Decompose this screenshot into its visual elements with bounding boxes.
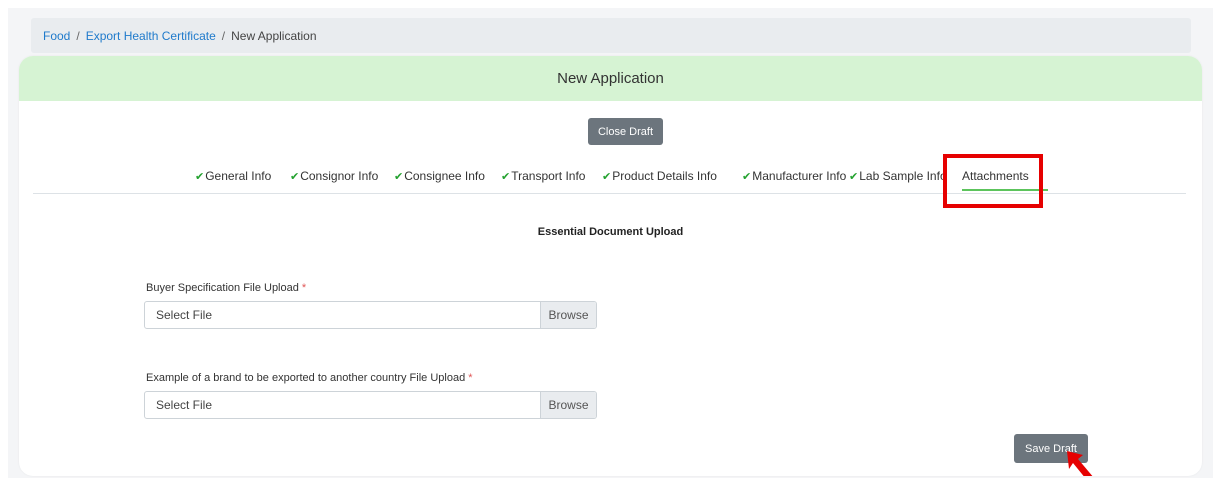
file-placeholder[interactable]: Select File <box>145 302 540 328</box>
highlight-annotation-box <box>943 154 1043 208</box>
file-placeholder[interactable]: Select File <box>145 392 540 418</box>
breadcrumb-current: New Application <box>231 28 317 43</box>
tab-lab-sample-info[interactable]: ✔Lab Sample Info <box>849 169 947 183</box>
tab-transport-info[interactable]: ✔Transport Info <box>501 169 585 183</box>
check-icon: ✔ <box>742 171 752 183</box>
breadcrumb: Food / Export Health Certificate / New A… <box>31 18 1191 53</box>
close-draft-button[interactable]: Close Draft <box>588 118 663 145</box>
tab-label: Manufacturer Info <box>752 169 847 183</box>
buyer-specification-label: Buyer Specification File Upload * <box>146 282 306 294</box>
breadcrumb-link-food[interactable]: Food <box>43 29 70 43</box>
tab-consignee-info[interactable]: ✔Consignee Info <box>394 169 485 183</box>
check-icon: ✔ <box>195 171 205 183</box>
required-marker: * <box>468 372 473 384</box>
brand-example-file-input[interactable]: Select File Browse <box>144 391 597 419</box>
check-icon: ✔ <box>849 171 859 183</box>
red-arrow-pointer-icon <box>1067 451 1093 476</box>
field-label-text: Buyer Specification File Upload <box>146 282 299 294</box>
tab-label: Consignor Info <box>300 169 379 183</box>
tab-label: General Info <box>205 169 272 183</box>
tab-label: Consignee Info <box>404 169 485 183</box>
application-card: New Application Close Draft ✔General Inf… <box>19 56 1202 476</box>
tab-product-details-info[interactable]: ✔Product Details Info <box>602 169 717 183</box>
buyer-specification-file-input[interactable]: Select File Browse <box>144 301 597 329</box>
tab-general-info[interactable]: ✔General Info <box>195 169 271 183</box>
browse-button[interactable]: Browse <box>540 302 596 328</box>
page-title: New Application <box>557 70 664 87</box>
check-icon: ✔ <box>602 171 612 183</box>
check-icon: ✔ <box>394 171 404 183</box>
tab-manufacturer-info[interactable]: ✔Manufacturer Info <box>742 169 846 183</box>
tab-label: Lab Sample Info <box>859 169 947 183</box>
section-title: Essential Document Upload <box>537 226 684 238</box>
required-marker: * <box>301 282 307 294</box>
breadcrumb-separator: / <box>76 28 80 43</box>
tab-consignor-info[interactable]: ✔Consignor Info <box>290 169 378 183</box>
field-label-text: Example of a brand to be exported to ano… <box>146 372 466 384</box>
breadcrumb-link-export-health-certificate[interactable]: Export Health Certificate <box>86 29 216 43</box>
check-icon: ✔ <box>290 171 300 183</box>
browse-button[interactable]: Browse <box>540 392 596 418</box>
tab-label: Transport Info <box>511 169 586 183</box>
check-icon: ✔ <box>501 171 511 183</box>
card-header: New Application <box>19 56 1202 101</box>
breadcrumb-separator: / <box>221 28 226 43</box>
brand-example-label: Example of a brand to be exported to ano… <box>146 372 473 384</box>
tab-label: Product Details Info <box>612 169 717 183</box>
